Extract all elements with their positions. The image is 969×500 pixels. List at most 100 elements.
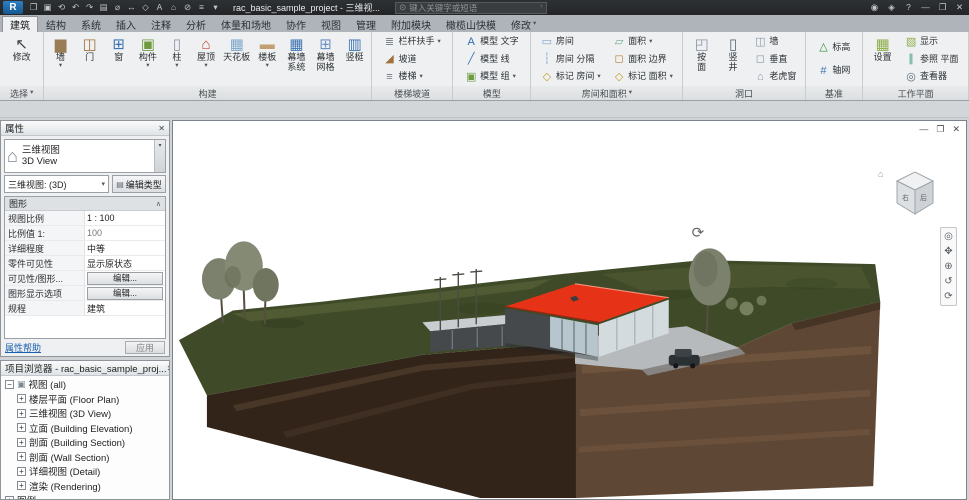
button-模型 组[interactable]: ▣模型 组▾ [462,69,522,86]
default-3d-view-icon[interactable]: ⌂ [167,2,180,13]
expander-icon[interactable]: + [17,438,26,447]
button-竖井[interactable]: ▯竖 井 [719,33,747,86]
tab-分析[interactable]: 分析 [179,16,213,32]
expander-icon[interactable]: + [17,467,26,476]
steering-wheel-icon[interactable]: ◎ [944,231,953,242]
project-browser-close-icon[interactable]: ✕ [167,364,169,373]
tree-item[interactable]: +剖面 (Building Section) [1,435,169,450]
button-房间 分隔[interactable]: ┆房间 分隔 [538,51,604,68]
rewind-icon[interactable]: ↺ [944,276,952,287]
button-修改[interactable]: ↖修改 [8,33,36,86]
print-icon[interactable]: ▤ [97,2,110,13]
redo-icon[interactable]: ↷ [83,2,96,13]
tab-视图[interactable]: 视图 [314,16,348,32]
panel-label-房间和面积[interactable]: 房间和面积▾ [531,86,682,100]
button-设置[interactable]: ▦设置 [869,33,897,86]
property-value[interactable]: 建筑 [85,301,165,315]
button-轴网[interactable]: #轴网 [814,63,853,80]
open-icon[interactable]: ❐ [27,2,40,13]
expander-icon[interactable]: + [17,423,26,432]
viewcube-face-label[interactable]: 后 [920,193,927,202]
tab-系统[interactable]: 系统 [74,16,108,32]
button-参照 平面[interactable]: ∥参照 平面 [902,51,962,68]
button-屋顶[interactable]: ⌂屋顶▾ [192,33,220,86]
save-icon[interactable]: ▣ [41,2,54,13]
button-标记 面积[interactable]: ◇标记 面积▾ [610,69,676,86]
dimension-icon[interactable]: ↔ [125,2,138,13]
edit-button[interactable]: 编辑... [87,272,163,285]
minimize-icon[interactable]: — [919,2,932,13]
viewcube-face-label[interactable]: 右 [902,193,909,202]
tree-item[interactable]: +剖面 (Wall Section) [1,450,169,465]
tab-橄榄山快模[interactable]: 橄榄山快模 [439,16,503,32]
property-value[interactable]: 编辑... [85,286,165,300]
button-查看器[interactable]: ◎查看器 [902,69,962,86]
expander-icon[interactable]: + [17,409,26,418]
button-老虎窗[interactable]: ⌂老虎窗 [751,69,799,86]
button-房间[interactable]: ▭房间 [538,34,604,51]
measure-icon[interactable]: ⌀ [111,2,124,13]
panel-label-洞口[interactable]: 洞口 [683,86,804,100]
button-天花板[interactable]: ▦天花板 [221,33,252,86]
button-模型 线[interactable]: ╱模型 线 [462,51,522,68]
button-楼梯[interactable]: ≡楼梯▾ [380,69,443,86]
button-构件[interactable]: ▣构件▾ [134,33,162,86]
help-icon[interactable]: ? [902,2,915,13]
panel-dropdown-icon[interactable]: ▾ [30,90,33,97]
search-dropdown-icon[interactable]: ▾ [540,4,543,11]
restore-icon[interactable]: ❐ [936,2,949,13]
button-面积[interactable]: ▱面积▾ [610,34,676,51]
text-icon[interactable]: A [153,2,166,13]
button-墙[interactable]: ▆墙▾ [47,33,75,86]
viewport-close-icon[interactable]: ✕ [952,125,960,134]
button-标高[interactable]: △标高 [814,39,853,56]
button-栏杆扶手[interactable]: ≣栏杆扶手▾ [380,34,443,51]
tab-结构[interactable]: 结构 [39,16,73,32]
tab-管理[interactable]: 管理 [349,16,383,32]
panel-label-工作平面[interactable]: 工作平面 [863,86,968,100]
property-value[interactable]: 中等 [85,241,165,255]
customize-qat-icon[interactable]: ▾ [209,2,222,13]
button-垂直[interactable]: ◻垂直 [751,51,799,68]
search-box[interactable]: ⊙ 键入关键字或短语 ▾ [395,2,547,14]
button-显示[interactable]: ▧显示 [902,34,962,51]
view-instance-dropdown[interactable]: 三维视图: (3D) [4,175,109,193]
property-group-图形[interactable]: 图形∧ [5,197,165,211]
expander-icon[interactable]: − [5,380,14,389]
tree-item[interactable]: +详细视图 (Detail) [1,464,169,479]
button-柱[interactable]: ▯柱▾ [163,33,191,86]
type-selector-dropdown-icon[interactable]: ▾ [154,140,165,172]
undo-icon[interactable]: ↶ [69,2,82,13]
close-icon[interactable]: ✕ [953,2,966,13]
tree-item[interactable]: +楼层平面 (Floor Plan) [1,392,169,407]
edit-button[interactable]: 编辑... [87,287,163,300]
revit-logo[interactable]: R [3,1,23,14]
button-幕墙系统[interactable]: ▦幕墙 系统 [282,33,310,86]
tab-体量和场地[interactable]: 体量和场地 [214,16,278,32]
apply-button[interactable]: 应用 [125,341,165,354]
button-按面[interactable]: ◰按 面 [688,33,716,86]
button-坡道[interactable]: ◢坡道 [380,51,443,68]
panel-label-基准[interactable]: 基准 [806,86,862,100]
properties-close-icon[interactable]: ✕ [158,124,165,133]
tab-修改[interactable]: 修改▾ [504,16,543,32]
tab-插入[interactable]: 插入 [109,16,143,32]
section-icon[interactable]: ⊘ [181,2,194,13]
properties-header[interactable]: 属性 ✕ [1,121,169,136]
panel-label-选择[interactable]: 选择▾ [0,86,43,100]
expander-icon[interactable]: + [5,496,14,499]
tree-item[interactable]: +渲染 (Rendering) [1,479,169,494]
panel-dropdown-icon[interactable]: ▾ [629,90,632,97]
viewport-minimize-icon[interactable]: — [919,125,928,134]
button-模型 文字[interactable]: A模型 文字 [462,34,522,51]
expander-icon[interactable]: + [17,394,26,403]
sign-in-icon[interactable]: ◉ [868,2,881,13]
button-面积 边界[interactable]: ◻面积 边界 [610,51,676,68]
button-窗[interactable]: ⊞窗 [105,33,133,86]
tree-item[interactable]: +图例 [1,493,169,499]
viewcube[interactable]: ⌂ 右 后 [891,169,939,221]
3d-scene[interactable]: ⟳ [173,121,966,499]
app-store-icon[interactable]: ◈ [885,2,898,13]
tab-建筑[interactable]: 建筑 [2,16,38,32]
expander-icon[interactable]: + [17,481,26,490]
